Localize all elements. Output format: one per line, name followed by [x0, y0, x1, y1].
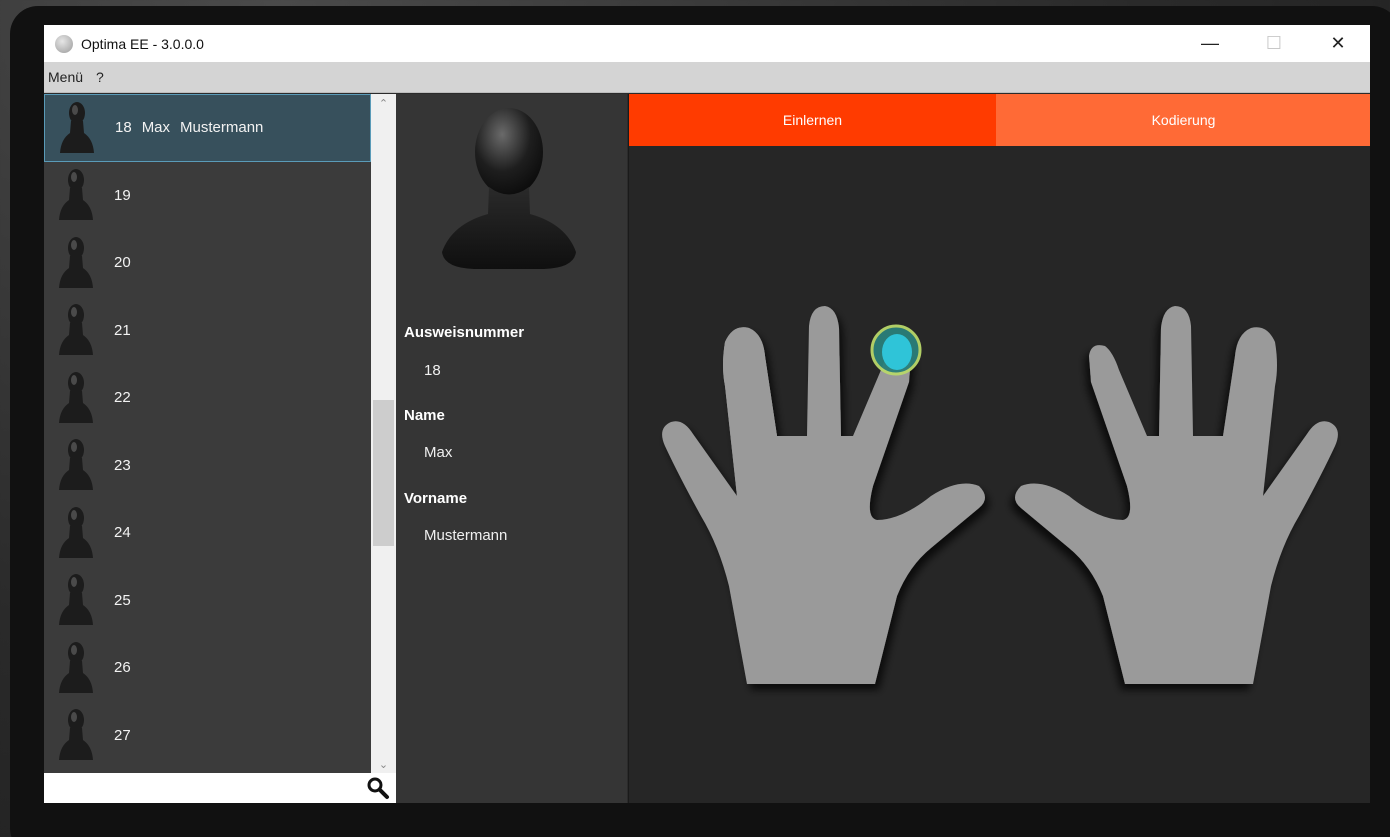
- list-item[interactable]: 20: [44, 229, 371, 297]
- title-bar: Optima EE - 3.0.0.0 — ☐ ✕: [44, 25, 1370, 62]
- left-hand-icon: [662, 306, 985, 684]
- menu-item-menu[interactable]: Menü: [48, 69, 83, 85]
- user-details-panel: Ausweisnummer 18 Name Max Vorname Muster…: [396, 94, 627, 803]
- list-item-id: 22: [114, 389, 131, 407]
- user-avatar-icon: [59, 236, 93, 288]
- menu-bar: Menü ?: [44, 62, 1370, 93]
- scroll-up-icon[interactable]: ⌃: [371, 94, 396, 112]
- list-item[interactable]: 19: [44, 162, 371, 230]
- user-avatar-icon: [59, 709, 93, 761]
- list-item-id: 26: [114, 659, 131, 677]
- name-label: Name: [404, 407, 445, 424]
- selected-finger-marker[interactable]: [870, 324, 922, 376]
- search-bar: [44, 773, 396, 803]
- list-item[interactable]: 27: [44, 702, 371, 770]
- list-item[interactable]: 26: [44, 634, 371, 702]
- hands-diagram: [662, 306, 1338, 684]
- close-button[interactable]: ✕: [1306, 25, 1370, 62]
- list-item-id: 19: [114, 186, 131, 204]
- user-avatar-icon: [59, 439, 93, 491]
- user-avatar-icon: [59, 506, 93, 558]
- list-item-id: 21: [114, 321, 131, 339]
- user-avatar-icon: [59, 371, 93, 423]
- list-item[interactable]: 22: [44, 364, 371, 432]
- tab-einlernen[interactable]: Einlernen: [629, 94, 996, 146]
- list-item-id: 18: [115, 119, 132, 137]
- list-item[interactable]: 23: [44, 432, 371, 500]
- maximize-button[interactable]: ☐: [1242, 25, 1306, 62]
- scroll-thumb[interactable]: [373, 400, 394, 546]
- menu-item-help[interactable]: ?: [96, 69, 104, 85]
- list-item-id: 25: [114, 591, 131, 609]
- user-avatar-icon: [59, 169, 93, 221]
- user-list: 18 Max Mustermann 19 20 21 22 23 24 25 2…: [44, 94, 371, 773]
- tab-kodierung[interactable]: Kodierung: [996, 94, 1370, 146]
- app-window: Optima EE - 3.0.0.0 — ☐ ✕ Menü ? 18 Max …: [44, 25, 1370, 803]
- window-title: Optima EE - 3.0.0.0: [81, 35, 204, 52]
- list-item[interactable]: 24: [44, 499, 371, 567]
- user-avatar-icon: [60, 101, 94, 153]
- ausweisnummer-value: 18: [424, 362, 441, 379]
- name-value: Max: [424, 444, 453, 461]
- app-logo-icon: [55, 34, 73, 53]
- list-scrollbar[interactable]: ⌃ ⌄: [371, 94, 396, 773]
- list-item-id: 27: [114, 726, 131, 744]
- list-item[interactable]: 21: [44, 297, 371, 365]
- list-item-first-name: Max: [141, 119, 171, 137]
- vorname-value: Mustermann: [424, 527, 508, 544]
- scroll-down-icon[interactable]: ⌄: [371, 755, 396, 773]
- user-avatar-icon: [59, 304, 93, 356]
- window-controls: — ☐ ✕: [1178, 25, 1370, 62]
- list-item-id: 23: [114, 456, 131, 474]
- minimize-button[interactable]: —: [1178, 25, 1242, 62]
- vorname-label: Vorname: [404, 490, 468, 507]
- maximize-icon: ☐: [1265, 33, 1283, 53]
- list-item-id: 24: [114, 524, 131, 542]
- search-icon[interactable]: [366, 776, 390, 800]
- user-avatar-icon: [59, 641, 93, 693]
- ausweisnummer-label: Ausweisnummer: [404, 324, 525, 341]
- user-photo-placeholder-icon: [442, 108, 576, 269]
- right-hand-icon: [1015, 306, 1338, 684]
- fingerprint-panel: Einlernen Kodierung: [628, 94, 1370, 803]
- search-input[interactable]: [44, 773, 344, 803]
- list-item-selected[interactable]: 18 Max Mustermann: [44, 94, 371, 162]
- list-item-last-name: Mustermann: [180, 119, 264, 137]
- user-avatar-icon: [59, 574, 93, 626]
- list-item-id: 20: [114, 254, 131, 272]
- list-item[interactable]: 25: [44, 567, 371, 635]
